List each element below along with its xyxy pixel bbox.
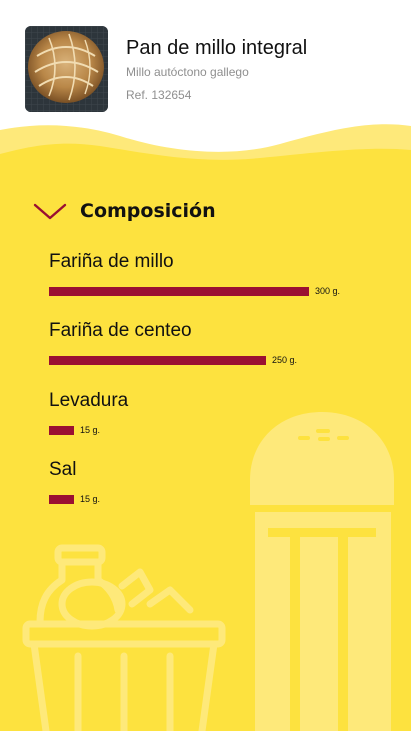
chevron-down-icon[interactable] [33,200,67,222]
ingredient-value: 250 g. [272,355,298,365]
ingredient-item: Fariña de millo 300 g. [49,249,389,297]
ingredient-value: 15 g. [80,425,101,435]
ingredient-label: Fariña de centeo [49,320,192,341]
section-title: Composición [80,200,216,222]
ingredient-bar [49,355,266,365]
ingredient-bar-row: 15 g. [49,424,389,436]
composition-section: Composición Fariña de millo 300 g. Fariñ… [0,0,411,731]
ingredient-value: 15 g. [80,494,101,504]
ingredient-bar [49,494,74,504]
ingredient-bar [49,425,74,435]
ingredient-value: 300 g. [315,286,341,296]
ingredient-bar [49,286,309,296]
ingredient-label: Levadura [49,390,129,411]
ingredient-item: Sal 15 g. [49,457,389,505]
ingredient-bar-row: 15 g. [49,493,389,505]
composition-header[interactable]: Composición [33,196,216,226]
ingredient-item: Fariña de centeo 250 g. [49,318,389,366]
ingredient-item: Levadura 15 g. [49,388,389,436]
ingredient-label: Fariña de millo [49,251,174,272]
ingredient-bar-row: 300 g. [49,285,389,297]
ingredient-bar-row: 250 g. [49,354,389,366]
ingredient-label: Sal [49,459,77,480]
